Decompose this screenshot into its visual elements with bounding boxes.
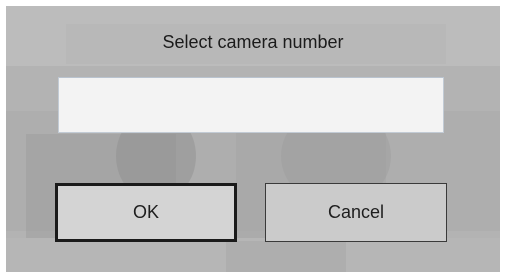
camera-number-input[interactable] [58, 77, 444, 133]
select-camera-dialog: Select camera number OK Cancel [6, 6, 500, 272]
ok-button[interactable]: OK [55, 183, 237, 242]
dialog-title: Select camera number [162, 32, 344, 52]
cancel-button[interactable]: Cancel [265, 183, 447, 242]
